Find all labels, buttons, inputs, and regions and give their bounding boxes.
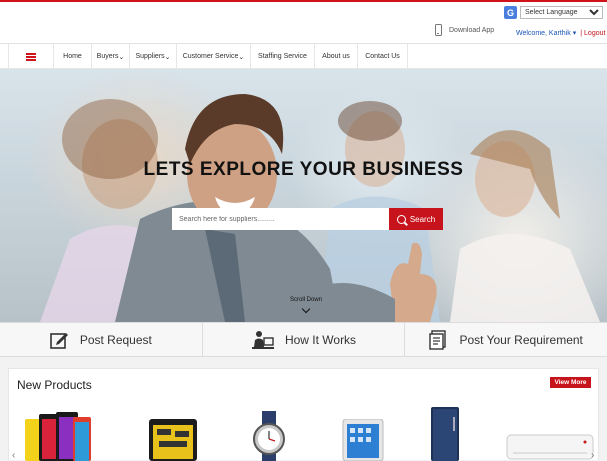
main-nav: Home Buyers ⌄ Suppliers ⌄ Customer Service… (0, 44, 607, 69)
product-tool-kit[interactable] (141, 411, 205, 461)
nav-item-about-us[interactable]: About us (315, 44, 358, 69)
nav-item-suppliers[interactable]: Suppliers ⌄ (130, 44, 177, 69)
hero-background-image (40, 94, 600, 322)
language-selector[interactable]: G Select Language (504, 6, 603, 19)
hero-banner: LETS EXPLORE YOUR BUSINESS Search Scroll… (0, 69, 607, 322)
product-smartphones[interactable] (23, 409, 93, 461)
phone-icon (435, 24, 442, 36)
person-computer-icon (251, 330, 274, 349)
chevron-down-icon: ▾ (572, 30, 577, 37)
download-app-link[interactable]: Download App (435, 24, 494, 36)
nav-item-home[interactable]: Home (54, 44, 92, 69)
google-translate-icon: G (504, 6, 517, 19)
edit-icon (50, 332, 68, 349)
logout-link[interactable]: Logout (584, 30, 605, 37)
hamburger-icon (26, 52, 36, 61)
nav-item-buyers[interactable]: Buyers ⌄ (92, 44, 130, 69)
search-button[interactable]: Search (389, 208, 443, 230)
section-title: New Products (17, 378, 92, 392)
welcome-text: Welcome, Karthik (516, 30, 571, 37)
new-products-section: New Products View More (8, 368, 599, 461)
language-select[interactable]: Select Language (520, 6, 603, 19)
scroll-down-label: Scroll Down (289, 297, 322, 303)
hero-search: Search (172, 208, 443, 230)
top-bar: G Select Language Download App Welcome, … (0, 2, 607, 44)
nav-item-customer-service[interactable]: Customer Service ⌄ (177, 44, 251, 69)
search-icon (396, 214, 406, 224)
post-request-label: Post Request (79, 332, 152, 347)
separator: | (580, 30, 583, 37)
hero-title: LETS EXPLORE YOUR BUSINESS (143, 159, 464, 180)
product-air-conditioner[interactable] (505, 433, 595, 461)
nav-item-staffing-service[interactable]: Staffing Service (251, 44, 315, 69)
chevron-down-icon (301, 304, 311, 314)
product-wrist-watch[interactable] (249, 411, 289, 461)
download-app-label: Download App (449, 26, 495, 34)
scroll-down-link[interactable]: Scroll Down (283, 297, 329, 314)
view-more-button[interactable]: View More (550, 377, 591, 388)
post-requirement-button[interactable]: Post Your Requirement (405, 323, 607, 356)
product-tablet[interactable] (341, 419, 385, 461)
search-input[interactable] (172, 208, 389, 230)
action-bar: Post Request How It Works Post Your Requ… (0, 322, 607, 357)
search-button-label: Search (409, 214, 436, 224)
how-it-works-button[interactable]: How It Works (203, 323, 406, 356)
post-requirement-label: Post Your Requirement (459, 332, 583, 347)
carousel-next-icon[interactable]: › (591, 450, 594, 461)
document-icon (429, 329, 447, 350)
carousel-prev-icon[interactable]: ‹ (12, 450, 15, 461)
welcome-user-menu[interactable]: Welcome, Karthik ▾ (516, 30, 576, 37)
menu-button[interactable] (8, 44, 54, 69)
nav-item-contact-us[interactable]: Contact Us (358, 44, 408, 69)
how-it-works-label: How It Works (284, 332, 357, 347)
user-welcome: Welcome, Karthik ▾ | Logout (516, 29, 605, 37)
product-refrigerator[interactable] (427, 407, 463, 461)
post-request-button[interactable]: Post Request (0, 323, 203, 356)
